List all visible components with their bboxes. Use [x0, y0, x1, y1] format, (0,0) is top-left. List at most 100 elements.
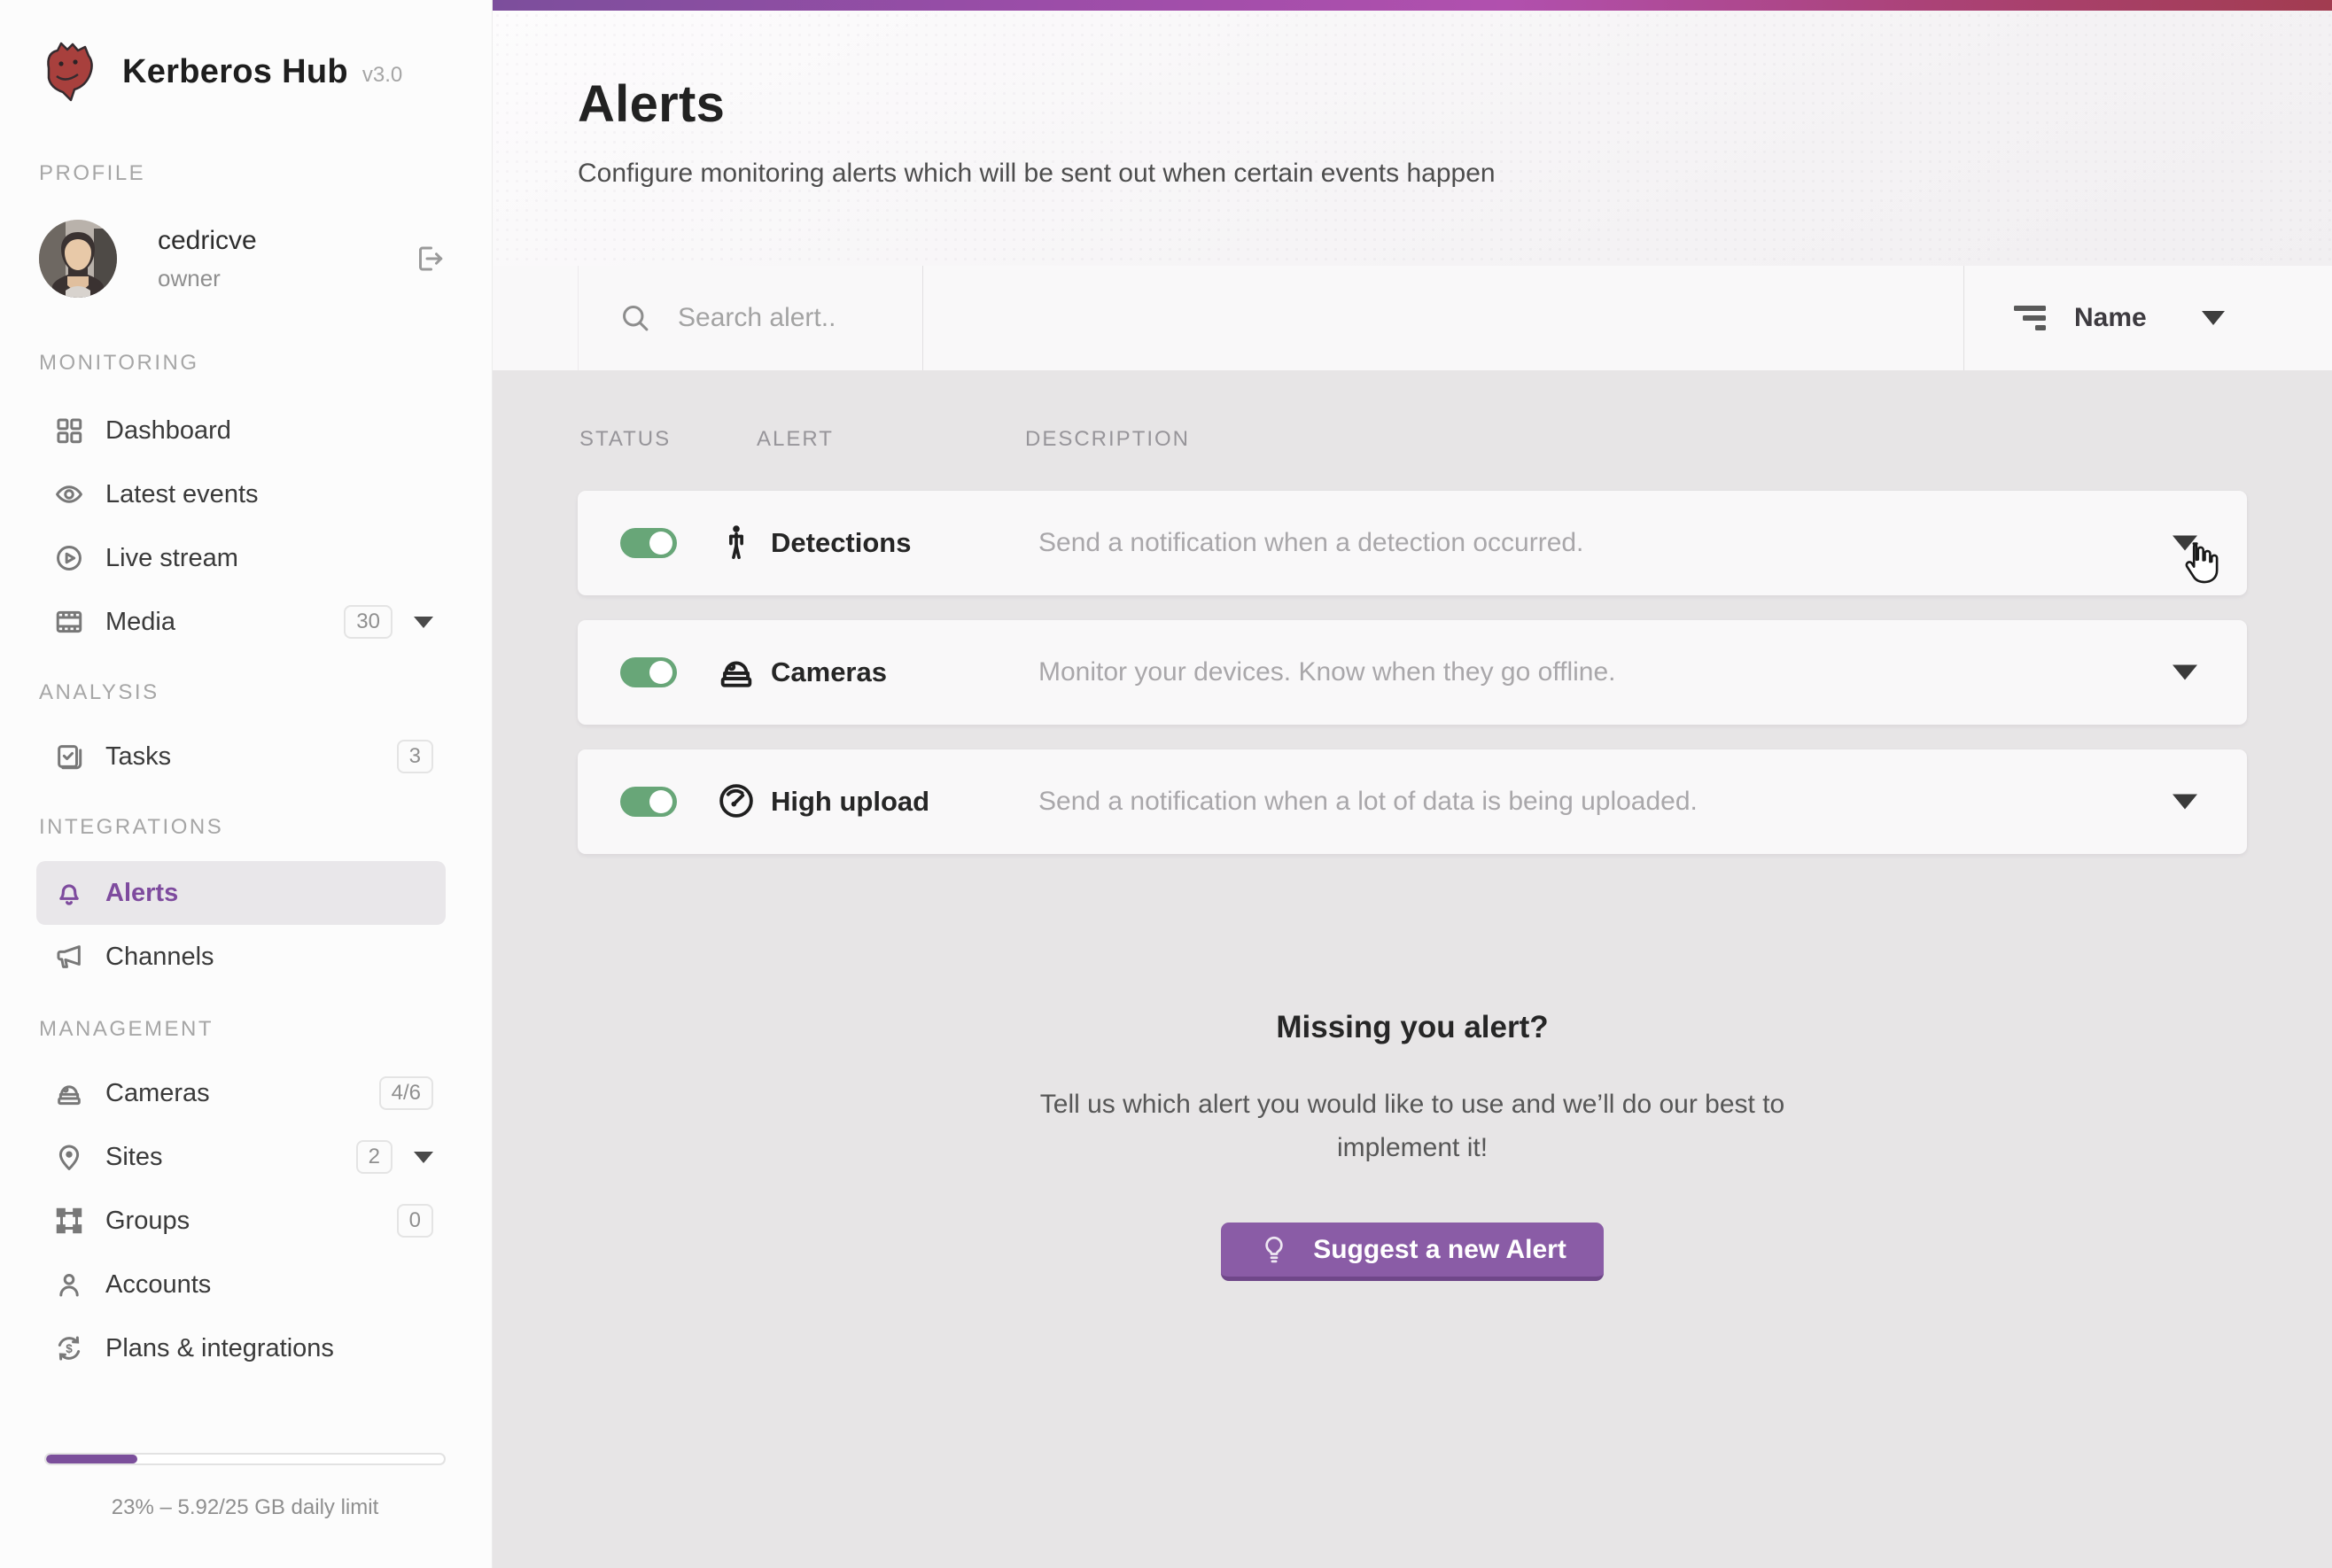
- profile-role: owner: [158, 264, 221, 291]
- toggle-knob: [649, 532, 672, 555]
- high-upload-toggle[interactable]: [620, 787, 677, 817]
- sidebar-item-groups[interactable]: Groups 0: [36, 1189, 446, 1253]
- table-row-detections[interactable]: Detections Send a notification when a de…: [578, 491, 2247, 595]
- usage-meter: 23% – 5.92/25 GB daily limit: [0, 1453, 492, 1568]
- chevron-down-icon[interactable]: [2173, 664, 2197, 680]
- alert-name: High upload: [771, 786, 930, 817]
- management-section-label: MANAGEMENT: [39, 1017, 214, 1041]
- kerberos-logo-icon: [47, 42, 93, 102]
- alert-name: Detections: [771, 527, 912, 558]
- play-circle-icon: [53, 542, 85, 574]
- sites-count-badge: 2: [355, 1140, 393, 1174]
- sidebar-item-label: Dashboard: [105, 415, 231, 445]
- gauge-icon: [716, 780, 758, 823]
- sidebar-item-alerts[interactable]: Alerts: [36, 861, 446, 925]
- sidebar-item-media[interactable]: Media 30: [36, 590, 446, 654]
- sidebar-item-label: Sites: [105, 1142, 163, 1171]
- suggest-new-alert-label: Suggest a new Alert: [1313, 1234, 1566, 1264]
- chevron-down-icon[interactable]: [414, 1151, 433, 1163]
- column-header-description: DESCRIPTION: [1025, 427, 1191, 451]
- group-frame-icon: [53, 1205, 85, 1237]
- svg-text:$: $: [66, 1342, 73, 1355]
- map-pin-icon: [53, 1141, 85, 1173]
- page-subtitle: Configure monitoring alerts which will b…: [578, 159, 1496, 188]
- logout-icon[interactable]: [414, 243, 446, 275]
- sidebar-item-label: Channels: [105, 942, 214, 971]
- sidebar-item-cameras[interactable]: Cameras 4/6: [36, 1061, 446, 1125]
- detections-toggle[interactable]: [620, 528, 677, 558]
- table-row-cameras[interactable]: Cameras Monitor your devices. Know when …: [578, 620, 2247, 725]
- sidebar-item-channels[interactable]: Channels: [36, 925, 446, 989]
- sidebar-item-label: Tasks: [105, 741, 172, 771]
- sidebar-item-label: Groups: [105, 1206, 190, 1235]
- sidebar-item-sites[interactable]: Sites 2: [36, 1125, 446, 1189]
- profile-names: cedricve owner: [158, 226, 257, 292]
- dome-camera-icon: [53, 1077, 85, 1109]
- app-screen: Kerberos Hub v3.0 PROFILE cedricve owner: [0, 0, 2332, 1568]
- alert-description: Monitor your devices. Know when they go …: [1038, 657, 1616, 687]
- sort-dropdown[interactable]: Name: [1963, 266, 2332, 370]
- task-check-icon: [53, 741, 85, 772]
- app-title: Kerberos Hub: [122, 52, 348, 90]
- sidebar-item-label: Live stream: [105, 543, 238, 572]
- sidebar-item-label: Accounts: [105, 1269, 212, 1299]
- cta-body-line1: Tell us which alert you would like to us…: [1039, 1090, 1785, 1119]
- profile-section-label: PROFILE: [39, 161, 146, 185]
- usage-caption: 23% – 5.92/25 GB daily limit: [111, 1495, 379, 1519]
- sort-icon: [2014, 304, 2049, 332]
- search-input[interactable]: [676, 302, 898, 334]
- alerts-list: STATUS ALERT DESCRIPTION Detections Send…: [493, 370, 2332, 1568]
- media-count-badge: 30: [344, 605, 393, 639]
- app-version: v3.0: [361, 63, 403, 87]
- sidebar-item-label: Latest events: [105, 479, 259, 508]
- mouse-cursor-icon: [2174, 539, 2224, 588]
- logo-row: Kerberos Hub v3.0: [39, 41, 453, 103]
- alert-description: Send a notification when a detection occ…: [1038, 528, 1584, 557]
- integrations-section-label: INTEGRATIONS: [39, 815, 224, 839]
- column-header-alert: ALERT: [757, 427, 834, 451]
- analysis-section-label: ANALYSIS: [39, 680, 159, 704]
- search-icon: [619, 302, 651, 334]
- sidebar-item-label: Cameras: [105, 1078, 210, 1107]
- main-area: Alerts Configure monitoring alerts which…: [493, 0, 2332, 1568]
- tasks-count-badge: 3: [396, 740, 433, 773]
- sidebar-item-live-stream[interactable]: Live stream: [36, 526, 446, 590]
- sidebar: Kerberos Hub v3.0 PROFILE cedricve owner: [0, 0, 493, 1568]
- chevron-down-icon: [2201, 311, 2225, 325]
- cta-body-line2: implement it!: [1336, 1133, 1489, 1162]
- profile-row: cedricve owner: [39, 220, 446, 298]
- cta-body: Tell us which alert you would like to us…: [578, 1083, 2247, 1169]
- walking-person-icon: [716, 522, 758, 564]
- sidebar-item-label: Alerts: [105, 878, 179, 907]
- dome-camera-icon: [716, 651, 758, 694]
- table-row-high-upload[interactable]: High upload Send a notification when a l…: [578, 749, 2247, 854]
- chevron-down-icon[interactable]: [2173, 794, 2197, 810]
- top-gradient-bar: [493, 0, 2332, 11]
- sidebar-item-plans-integrations[interactable]: $ Plans & integrations: [36, 1316, 446, 1380]
- cameras-toggle[interactable]: [620, 657, 677, 687]
- toolbar: Name: [493, 266, 2332, 370]
- table-header: STATUS ALERT DESCRIPTION: [578, 427, 2247, 455]
- page-header: Alerts Configure monitoring alerts which…: [493, 11, 2332, 266]
- eye-icon: [53, 478, 85, 510]
- sort-label: Name: [2074, 303, 2147, 332]
- sidebar-item-dashboard[interactable]: Dashboard: [36, 399, 446, 462]
- usage-progress-fill: [46, 1455, 138, 1463]
- chevron-down-icon[interactable]: [414, 616, 433, 628]
- suggest-new-alert-button[interactable]: Suggest a new Alert: [1221, 1223, 1604, 1281]
- toggle-knob: [649, 790, 672, 813]
- avatar[interactable]: [39, 220, 117, 298]
- toggle-knob: [649, 661, 672, 684]
- person-icon: [53, 1269, 85, 1300]
- page-title: Alerts: [578, 75, 726, 133]
- profile-username: cedricve: [158, 225, 257, 255]
- sidebar-item-latest-events[interactable]: Latest events: [36, 462, 446, 526]
- groups-count-badge: 0: [396, 1204, 433, 1238]
- lightbulb-icon: [1258, 1234, 1290, 1266]
- sidebar-item-label: Plans & integrations: [105, 1333, 334, 1362]
- sidebar-item-tasks[interactable]: Tasks 3: [36, 725, 446, 788]
- search-box[interactable]: [578, 266, 923, 370]
- dollar-refresh-icon: $: [53, 1332, 85, 1364]
- sidebar-item-accounts[interactable]: Accounts: [36, 1253, 446, 1316]
